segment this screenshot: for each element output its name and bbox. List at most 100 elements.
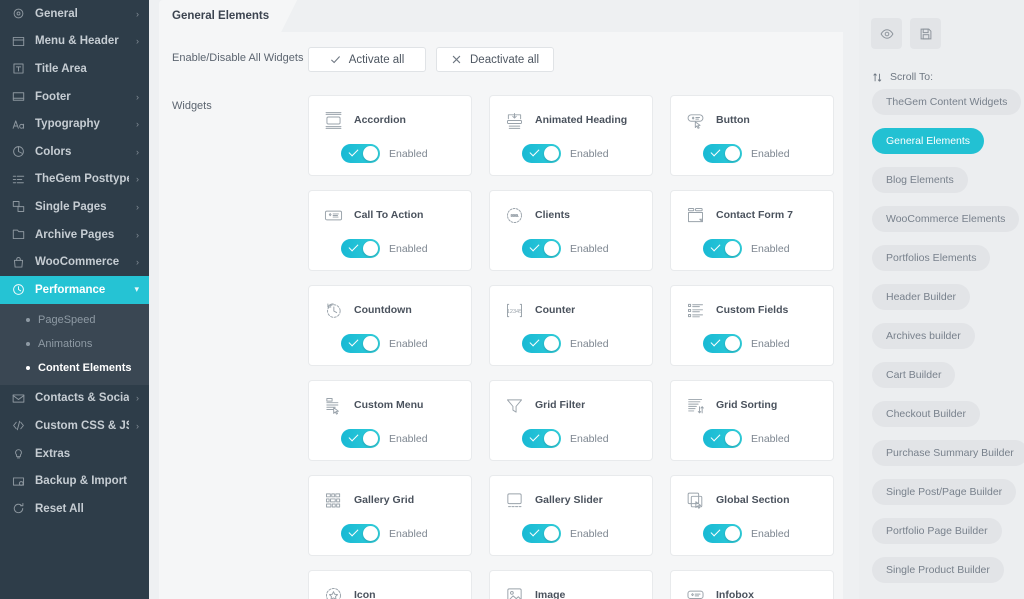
sidebar-item-footer[interactable]: Footer› xyxy=(0,83,149,111)
sidebar-item-custom-css-js[interactable]: Custom CSS & JS› xyxy=(0,412,149,440)
deactivate-all-button[interactable]: Deactivate all xyxy=(436,47,554,72)
sidebar-subitem-content-elements[interactable]: Content Elements xyxy=(0,356,149,380)
right-sidebar: Scroll To: TheGem Content Widgets General… xyxy=(859,0,1024,599)
scroll-to-chip-purchase-summary-builder[interactable]: Purchase Summary Builder xyxy=(872,440,1024,466)
widget-enable-toggle[interactable] xyxy=(703,334,742,353)
sidebar-item-backup-import[interactable]: Backup & Import xyxy=(0,467,149,495)
sidebar-actions xyxy=(859,18,1024,49)
widget-enable-toggle[interactable] xyxy=(341,334,380,353)
scroll-to-chip-cart-builder[interactable]: Cart Builder xyxy=(872,362,955,388)
scroll-to-chip-portfolios-elements[interactable]: Portfolios Elements xyxy=(872,245,990,271)
widget-enable-toggle[interactable] xyxy=(522,144,561,163)
chip-label: General Elements xyxy=(886,135,970,147)
sidebar-item-woocommerce[interactable]: WooCommerce› xyxy=(0,248,149,276)
scroll-to-chip-single-product-builder[interactable]: Single Product Builder xyxy=(872,557,1004,583)
tab-general-elements[interactable]: General Elements xyxy=(159,0,297,32)
sidebar-item-reset-all[interactable]: Reset All xyxy=(0,495,149,523)
main-content: General Elements Enable/Disable All Widg… xyxy=(149,0,859,599)
sidebar-item-typography[interactable]: Typography› xyxy=(0,110,149,138)
widget-enable-toggle[interactable] xyxy=(522,239,561,258)
scroll-to-chip-general-elements[interactable]: General Elements xyxy=(872,128,984,154)
widget-enable-toggle[interactable] xyxy=(703,429,742,448)
sidebar-item-menu-header[interactable]: Menu & Header› xyxy=(0,28,149,56)
widget-card: Call To ActionEnabled xyxy=(308,190,472,271)
scroll-to-chip-thegem-content-widgets[interactable]: TheGem Content Widgets xyxy=(872,89,1021,115)
widget-state-label: Enabled xyxy=(389,528,428,540)
widget-enable-toggle[interactable] xyxy=(703,524,742,543)
widget-card: CountdownEnabled xyxy=(308,285,472,366)
chip-label: WooCommerce Elements xyxy=(886,213,1005,225)
widget-card-header: Animated Heading xyxy=(503,107,640,133)
sidebar-item-title-area[interactable]: Title Area xyxy=(0,55,149,83)
widget-enable-toggle[interactable] xyxy=(341,429,380,448)
widget-state-label: Enabled xyxy=(389,148,428,160)
sidebar-subitem-pagespeed[interactable]: PageSpeed xyxy=(0,308,149,332)
widget-enable-toggle[interactable] xyxy=(341,239,380,258)
chevron-down-icon: ▾ xyxy=(129,284,139,295)
widget-state-label: Enabled xyxy=(570,148,609,160)
widget-name: Button xyxy=(716,114,750,126)
deactivate-all-label: Deactivate all xyxy=(470,54,539,66)
widget-name: Custom Menu xyxy=(354,399,423,411)
app-root: General›Menu & Header›Title AreaFooter›T… xyxy=(0,0,1024,599)
scroll-to-chip-single-post-page-builder[interactable]: Single Post/Page Builder xyxy=(872,479,1016,505)
widget-name: Animated Heading xyxy=(535,114,627,126)
scroll-to-chip-archives-builder[interactable]: Archives builder xyxy=(872,323,975,349)
widget-toggle-row: Enabled xyxy=(703,239,821,258)
widget-enable-toggle[interactable] xyxy=(522,429,561,448)
sidebar-item-performance[interactable]: Performance▾ xyxy=(0,276,149,304)
global-section-icon xyxy=(684,489,707,512)
footer-icon xyxy=(11,89,26,104)
sidebar-subitem-animations[interactable]: Animations xyxy=(0,332,149,356)
scroll-to-chip-header-builder[interactable]: Header Builder xyxy=(872,284,970,310)
widget-enable-toggle[interactable] xyxy=(522,334,561,353)
widget-card-header: Button xyxy=(684,107,821,133)
scroll-to-chip-portfolio-page-builder[interactable]: Portfolio Page Builder xyxy=(872,518,1002,544)
widget-card: InfoboxEnabled xyxy=(670,570,834,599)
widget-toggle-row: Enabled xyxy=(341,429,459,448)
gallery-slider-icon xyxy=(503,489,526,512)
widget-toggle-row: Enabled xyxy=(703,334,821,353)
widget-card: Gallery Grid Enabled xyxy=(308,475,472,556)
bag-icon xyxy=(11,255,26,270)
widget-enable-toggle[interactable] xyxy=(703,239,742,258)
sidebar-item-archive-pages[interactable]: Archive Pages› xyxy=(0,221,149,249)
widget-name: Gallery Grid xyxy=(354,494,414,506)
widget-enable-toggle[interactable] xyxy=(522,524,561,543)
scroll-to-chip-blog-elements[interactable]: Blog Elements xyxy=(872,167,968,193)
widget-card: ImageEnabled xyxy=(489,570,653,599)
widget-enable-toggle[interactable] xyxy=(703,144,742,163)
preview-button[interactable] xyxy=(871,18,902,49)
contact-form-icon xyxy=(684,204,707,227)
sidebar-item-general[interactable]: General› xyxy=(0,0,149,28)
bullet-icon xyxy=(26,366,30,370)
widget-name: Global Section xyxy=(716,494,790,506)
activate-all-button[interactable]: Activate all xyxy=(308,47,426,72)
clients-icon xyxy=(503,204,526,227)
save-button[interactable] xyxy=(910,18,941,49)
sidebar-item-label: Footer xyxy=(35,91,129,103)
scroll-to-header: Scroll To: xyxy=(859,49,1024,89)
sidebar-item-colors[interactable]: Colors› xyxy=(0,138,149,166)
widget-name: Grid Sorting xyxy=(716,399,777,411)
widget-card: Custom FieldsEnabled xyxy=(670,285,834,366)
sidebar-item-single-pages[interactable]: Single Pages› xyxy=(0,193,149,221)
widget-name: Clients xyxy=(535,209,570,221)
chevron-right-icon: › xyxy=(129,393,139,403)
sidebar-item-label: Reset All xyxy=(35,503,129,515)
sidebar-item-thegem-posttypes[interactable]: TheGem Posttypes› xyxy=(0,166,149,194)
widget-toggle-row: Enabled xyxy=(341,239,459,258)
infobox-icon xyxy=(684,584,707,599)
widget-enable-toggle[interactable] xyxy=(341,144,380,163)
scroll-to-chip-checkout-builder[interactable]: Checkout Builder xyxy=(872,401,980,427)
sidebar-item-contacts-socials[interactable]: Contacts & Socials› xyxy=(0,385,149,413)
widget-state-label: Enabled xyxy=(389,243,428,255)
sidebar-item-extras[interactable]: Extras xyxy=(0,440,149,468)
widget-card-header: Countdown xyxy=(322,297,459,323)
sidebar-item-label: Backup & Import xyxy=(35,475,129,487)
sidebar-item-label: Menu & Header xyxy=(35,35,129,47)
widget-state-label: Enabled xyxy=(751,338,790,350)
widget-toggle-row: Enabled xyxy=(522,239,640,258)
scroll-to-chip-woocommerce-elements[interactable]: WooCommerce Elements xyxy=(872,206,1019,232)
widget-enable-toggle[interactable] xyxy=(341,524,380,543)
